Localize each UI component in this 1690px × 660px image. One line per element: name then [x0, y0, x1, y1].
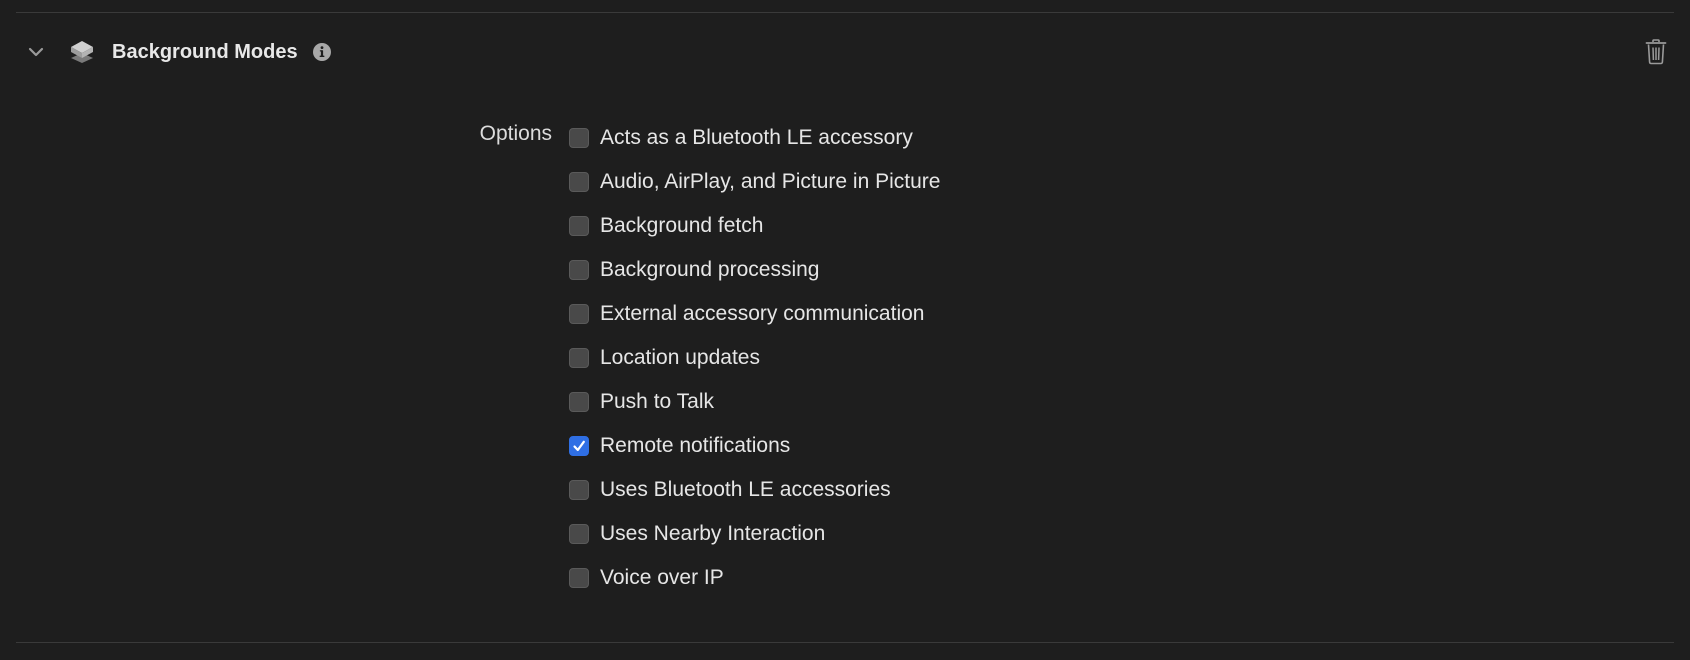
checkbox[interactable] [569, 260, 589, 280]
checkbox[interactable] [569, 348, 589, 368]
option-uses-bluetooth-le[interactable]: Uses Bluetooth LE accessories [569, 468, 940, 512]
checkbox[interactable] [569, 216, 589, 236]
option-label: Background processing [600, 258, 820, 281]
checkbox[interactable] [569, 524, 589, 544]
trash-icon[interactable] [1642, 38, 1670, 66]
option-external-accessory[interactable]: External accessory communication [569, 292, 940, 336]
capability-header: Background Modes [24, 30, 1670, 74]
options-list: Acts as a Bluetooth LE accessory Audio, … [569, 116, 940, 600]
option-label: Push to Talk [600, 390, 715, 413]
bottom-divider [16, 642, 1674, 643]
option-label: Background fetch [600, 214, 764, 237]
option-voice-over-ip[interactable]: Voice over IP [569, 556, 940, 600]
top-divider [16, 12, 1674, 13]
option-label: Acts as a Bluetooth LE accessory [600, 126, 913, 149]
option-label: Remote notifications [600, 434, 791, 457]
option-label: Audio, AirPlay, and Picture in Picture [600, 170, 941, 193]
option-label: Voice over IP [600, 566, 724, 589]
option-remote-notifications[interactable]: Remote notifications [569, 424, 940, 468]
layers-icon [66, 36, 98, 68]
info-icon[interactable] [312, 42, 332, 62]
checkbox[interactable] [569, 128, 589, 148]
option-label: Uses Bluetooth LE accessories [600, 478, 891, 501]
chevron-down-icon[interactable] [24, 40, 48, 64]
checkbox[interactable] [569, 436, 589, 456]
option-background-fetch[interactable]: Background fetch [569, 204, 940, 248]
option-bluetooth-le-accessory[interactable]: Acts as a Bluetooth LE accessory [569, 116, 940, 160]
option-label: Location updates [600, 346, 760, 369]
checkbox[interactable] [569, 172, 589, 192]
option-push-to-talk[interactable]: Push to Talk [569, 380, 940, 424]
capability-title: Background Modes [112, 40, 298, 63]
checkbox[interactable] [569, 480, 589, 500]
option-audio-airplay-pip[interactable]: Audio, AirPlay, and Picture in Picture [569, 160, 940, 204]
option-nearby-interaction[interactable]: Uses Nearby Interaction [569, 512, 940, 556]
checkbox[interactable] [569, 304, 589, 324]
option-label: Uses Nearby Interaction [600, 522, 826, 545]
checkbox[interactable] [569, 392, 589, 412]
checkbox[interactable] [569, 568, 589, 588]
option-label: External accessory communication [600, 302, 925, 325]
options-label: Options [479, 122, 552, 145]
option-location-updates[interactable]: Location updates [569, 336, 940, 380]
option-background-processing[interactable]: Background processing [569, 248, 940, 292]
